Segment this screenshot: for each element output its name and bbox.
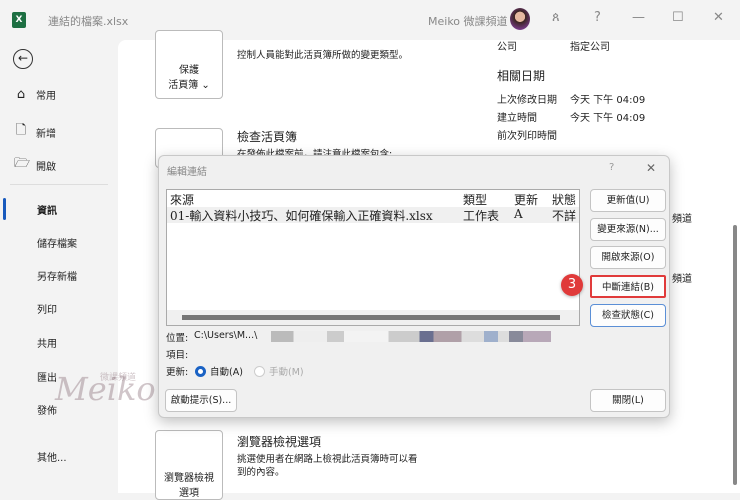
- sidebar-item-save[interactable]: 儲存檔案: [37, 235, 77, 250]
- open-source-button[interactable]: 開啟來源(O): [590, 246, 666, 269]
- sidebar-item-save-as[interactable]: 另存新檔: [37, 268, 77, 283]
- printed-label: 前次列印時間: [497, 131, 557, 142]
- radio-label: 自動(A): [210, 367, 243, 378]
- user-name[interactable]: Meiko 微課頻道: [428, 13, 508, 29]
- back-icon[interactable]: ←: [13, 49, 33, 69]
- created-label: 建立時間: [497, 113, 537, 124]
- link-status: 不詳: [552, 209, 577, 223]
- sidebar-item-label: 開啟: [36, 161, 56, 173]
- tile-label: 瀏覽器檢視: [164, 473, 214, 484]
- column-header-type[interactable]: 類型: [463, 191, 487, 208]
- table-row[interactable]: 01-輸入資料小技巧、如何確保輸入正確資料.xlsx 工作表 A 不詳: [167, 207, 579, 223]
- company-label: 公司: [497, 42, 517, 53]
- sidebar-item-export[interactable]: 匯出: [37, 369, 57, 384]
- help-icon[interactable]: ?: [594, 10, 601, 25]
- links-list[interactable]: 來源 類型 更新 狀態 01-輸入資料小技巧、如何確保輸入正確資料.xlsx 工…: [166, 189, 580, 326]
- radio-icon: [254, 365, 265, 377]
- link-update: A: [514, 207, 523, 221]
- link-type: 工作表: [463, 209, 500, 223]
- link-source: 01-輸入資料小技巧、如何確保輸入正確資料.xlsx: [170, 209, 433, 223]
- divider: [10, 184, 108, 185]
- selected-indicator: [3, 198, 6, 220]
- column-header-status[interactable]: 狀態: [552, 191, 580, 208]
- sidebar-item-label: 常用: [36, 91, 56, 102]
- browser-desc: 到的內容。: [237, 467, 285, 478]
- sidebar-item-publish[interactable]: 發佈: [37, 402, 57, 417]
- sidebar-item-share[interactable]: 共用: [37, 335, 57, 350]
- column-header-source[interactable]: 來源: [170, 191, 194, 208]
- inspect-title: 檢查活頁簿: [237, 130, 298, 144]
- chevron-down-icon: ⌄: [201, 80, 210, 91]
- sidebar-item-open[interactable]: 🗁 開啟: [14, 154, 56, 176]
- dialog-title: 編輯連結: [167, 167, 207, 178]
- update-values-button[interactable]: 更新值(U): [590, 189, 666, 212]
- avatar[interactable]: [510, 8, 530, 30]
- company-value[interactable]: 指定公司: [570, 38, 610, 53]
- radio-selected-icon: [195, 365, 206, 377]
- close-button[interactable]: 關閉(L): [590, 389, 666, 412]
- partial-text: 頻道: [672, 274, 692, 285]
- excel-icon: X: [12, 12, 26, 28]
- coauthor-icon[interactable]: ጰ: [552, 10, 560, 25]
- startup-prompt-button[interactable]: 啟動提示(S)...: [165, 389, 237, 412]
- location-label: 位置:: [166, 333, 189, 344]
- close-icon[interactable]: ✕: [713, 10, 724, 25]
- scrollbar[interactable]: [730, 40, 740, 493]
- tile-label: 保護: [179, 65, 199, 76]
- edit-links-dialog: 編輯連結 ? ✕ 來源 類型 更新 狀態 01-輸入資料小技巧、如何確保輸入正確…: [158, 155, 670, 418]
- check-status-button[interactable]: 檢查狀態(C): [590, 304, 666, 327]
- sidebar-item-label: 新增: [36, 128, 56, 140]
- manual-radio[interactable]: 手動(M): [254, 364, 304, 378]
- auto-radio[interactable]: 自動(A): [195, 364, 243, 378]
- maximize-icon[interactable]: ☐: [672, 10, 684, 25]
- column-header-update[interactable]: 更新: [514, 191, 538, 208]
- tile-label: 選項: [179, 488, 199, 499]
- update-label: 更新:: [166, 367, 189, 378]
- partial-text: 頻道: [672, 214, 692, 225]
- minimize-icon[interactable]: —: [632, 10, 645, 25]
- modified-label: 上次修改日期: [497, 95, 557, 106]
- close-icon[interactable]: ✕: [646, 161, 656, 175]
- sidebar-item-print[interactable]: 列印: [37, 301, 57, 316]
- break-link-button[interactable]: 中斷連結(B): [590, 275, 666, 298]
- home-icon: ⌂: [16, 87, 26, 102]
- browser-view-options-button[interactable]: 瀏覽器檢視 選項: [155, 430, 223, 500]
- sidebar-item-more[interactable]: 其他...: [37, 449, 67, 464]
- protect-desc: 控制人員能對此活頁簿所做的變更類型。: [237, 50, 409, 61]
- protect-workbook-button[interactable]: 保護 活頁簿 ⌄: [155, 30, 223, 99]
- sidebar-item-new[interactable]: 🗋 新增: [14, 121, 56, 143]
- modified-value: 今天 下午 04:09: [570, 95, 646, 106]
- browser-desc: 挑選使用者在網路上檢視此活頁簿時可以看: [237, 454, 418, 465]
- step-badge: 3: [561, 274, 583, 296]
- sidebar-item-home[interactable]: ⌂ 常用: [14, 87, 56, 102]
- location-value: C:\Users\M...\: [194, 330, 258, 341]
- watermark-logo: Meiko 微課頻道: [55, 370, 156, 408]
- created-value: 今天 下午 04:09: [570, 113, 646, 124]
- blurred-path: [271, 331, 551, 342]
- browser-title: 瀏覽器檢視選項: [237, 435, 322, 449]
- window-title: 連結的檔案.xlsx: [48, 15, 129, 28]
- dates-title: 相關日期: [497, 69, 546, 83]
- item-label: 項目:: [166, 350, 189, 361]
- help-icon[interactable]: ?: [609, 162, 614, 173]
- tile-label: 活頁簿 ⌄: [168, 80, 210, 91]
- folder-icon: 🗁: [14, 156, 31, 171]
- horizontal-scrollbar[interactable]: [167, 310, 579, 325]
- new-file-icon: 🗋: [15, 123, 27, 138]
- change-source-button[interactable]: 變更來源(N)...: [590, 218, 666, 241]
- sidebar-item-info[interactable]: 資訊: [37, 202, 57, 217]
- radio-label: 手動(M): [269, 367, 304, 378]
